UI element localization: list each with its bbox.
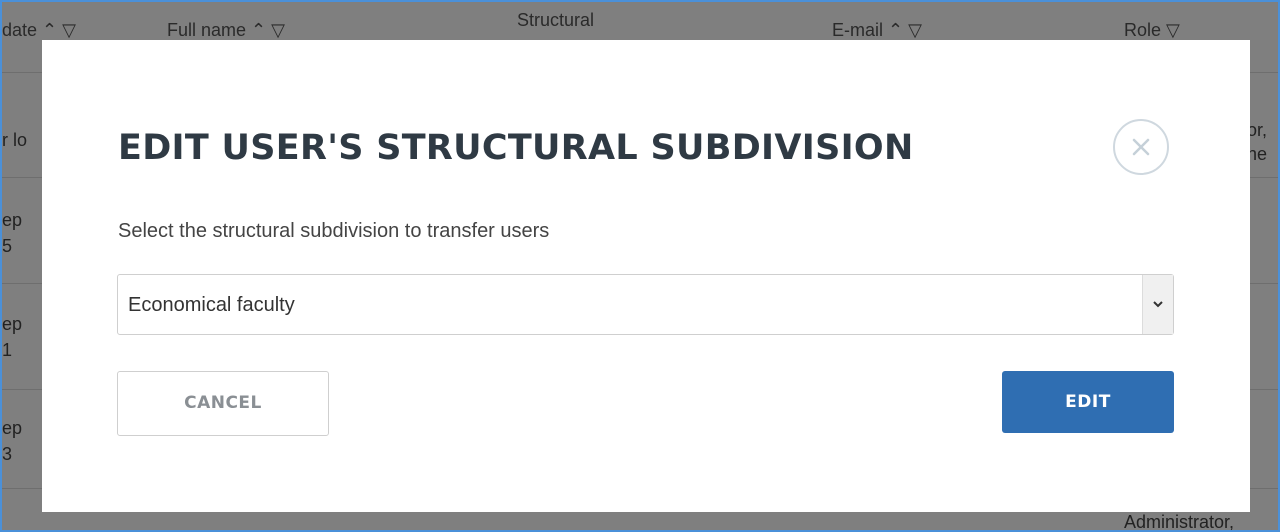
screen-frame: date ⌃ ▽ Full name ⌃ ▽ Structural E-mail… bbox=[0, 0, 1280, 532]
subdivision-select[interactable]: Economical faculty bbox=[117, 274, 1174, 335]
edit-button[interactable]: EDIT bbox=[1002, 371, 1174, 433]
cancel-button[interactable]: CANCEL bbox=[117, 371, 329, 436]
select-current-value: Economical faculty bbox=[128, 294, 295, 316]
select-arrow-button[interactable] bbox=[1142, 275, 1173, 334]
close-button[interactable] bbox=[1113, 119, 1169, 175]
chevron-down-icon bbox=[1153, 301, 1163, 308]
dialog-title: EDIT USER'S STRUCTURAL SUBDIVISION bbox=[118, 128, 914, 168]
close-circle-icon bbox=[1132, 138, 1150, 156]
edit-subdivision-dialog: EDIT USER'S STRUCTURAL SUBDIVISION Selec… bbox=[42, 40, 1250, 512]
dialog-instruction: Select the structural subdivision to tra… bbox=[118, 220, 550, 242]
